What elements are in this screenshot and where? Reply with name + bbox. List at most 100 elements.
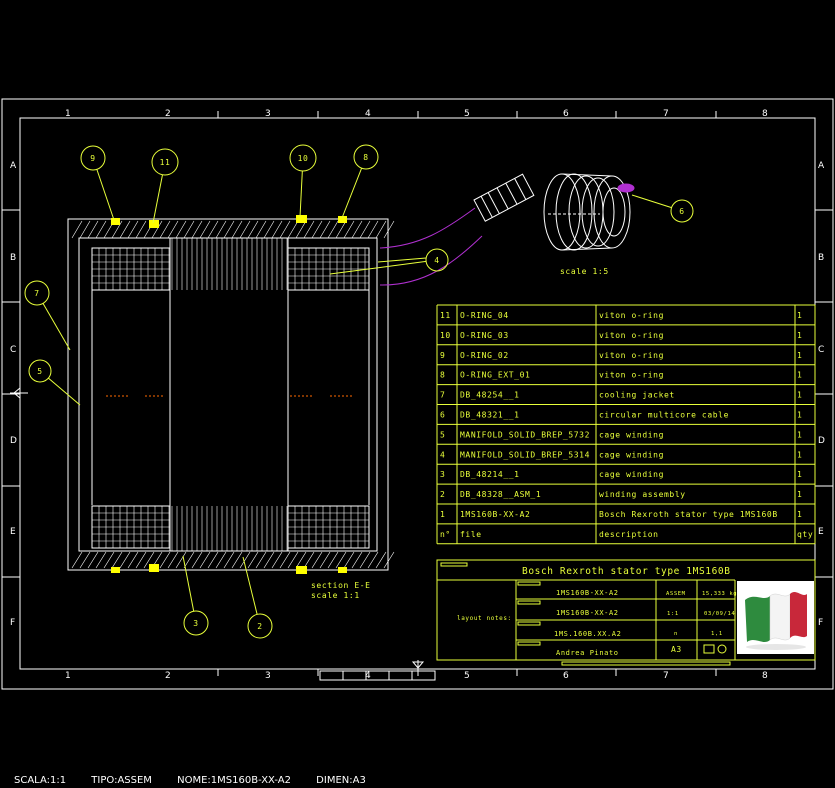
balloon-6: 6	[631, 194, 694, 223]
drawing-name-2: 1MS160B-XX-A2	[556, 609, 619, 617]
bom-cell-description: viton o-ring	[599, 311, 664, 320]
bom-cell-number: 5	[440, 430, 445, 439]
col-label-bottom: 2	[165, 671, 171, 681]
sheet-inner-border	[19, 117, 816, 670]
bom-cell-qty: 1	[797, 371, 802, 380]
balloon-label: 7	[34, 289, 39, 298]
bom-cell-description: Bosch Rexroth stator type 1MS160B	[599, 510, 778, 519]
col-label-bottom: 3	[265, 671, 271, 681]
bom-cell-file: DB_48214__1	[460, 470, 520, 479]
o-ring-10-top	[296, 215, 307, 223]
bom-cell-file: O-RING_02	[460, 351, 509, 360]
bom-cell-file: MANIFOLD_SOLID_BREP_5732	[460, 430, 590, 439]
row-label-left: B	[10, 253, 16, 263]
winding-head-grid	[91, 247, 370, 549]
iso-scale-label: scale 1:5	[560, 267, 609, 276]
row-label-right: C	[818, 345, 824, 355]
bom-cell-description: winding assembly	[599, 490, 686, 499]
section-view	[67, 207, 483, 574]
bom-cell-qty: 1	[797, 391, 802, 400]
col-label-bottom: 5	[464, 671, 470, 681]
bom-cell-number: 2	[440, 490, 445, 499]
format-value: A3	[671, 645, 682, 654]
bom-cell-file: O-RING_03	[460, 331, 509, 340]
bom-cell-qty: 1	[797, 430, 802, 439]
bom-cell-number: 6	[440, 411, 445, 420]
bom-row: 9 O-RING_02 viton o-ring 1	[440, 351, 802, 360]
balloon-label: 2	[257, 622, 262, 631]
col-label-bottom: 7	[663, 671, 669, 681]
center-mark-bottom	[411, 660, 425, 675]
bom-cell-file: O-RING_EXT_01	[460, 371, 530, 380]
col-label-top: 5	[464, 109, 470, 119]
bom-cell-file: 1MS160B-XX-A2	[460, 510, 530, 519]
status-name: NOME:1MS160B-XX-A2	[177, 775, 291, 786]
status-type: TIPO:ASSEM	[91, 775, 152, 786]
bom-cell-description: cage winding	[599, 430, 664, 439]
bom-cell-description: cage winding	[599, 470, 664, 479]
status-bar: SCALA:1:1 TIPO:ASSEM NOME:1MS160B-XX-A2 …	[14, 775, 388, 786]
bom-cell-file: DB_48328__ASM_1	[460, 490, 541, 499]
bom-row: 8 O-RING_EXT_01 viton o-ring 1	[440, 371, 802, 380]
balloon-label: 11	[160, 158, 171, 167]
drawing-name-1: 1MS160B-XX-A2	[556, 589, 619, 597]
bom-cell-description: circular multicore cable	[599, 411, 729, 420]
col-label-top: 8	[762, 109, 768, 119]
bom-cell-qty: 1	[797, 351, 802, 360]
isometric-view	[473, 173, 635, 251]
drawing-canvas[interactable]: 1122334455667788A AB BC CD DE EF F 9 11 …	[0, 0, 835, 788]
drawing-name-3: 1MS.160B.XX.A2	[554, 630, 621, 638]
col-label-top: 7	[663, 109, 669, 119]
bom-cell-description: cage winding	[599, 450, 664, 459]
bom-cell-number: 7	[440, 391, 445, 400]
bom-row: 11 O-RING_04 viton o-ring 1	[440, 311, 802, 320]
balloon-label: 9	[90, 154, 95, 163]
italian-flag-logo	[737, 581, 814, 654]
row-label-left: D	[10, 436, 17, 446]
bom-cell-qty: 1	[797, 510, 802, 519]
bom-row: 4 MANIFOLD_SOLID_BREP_5314 cage winding 1	[440, 450, 802, 459]
bom-cell-file: file	[460, 530, 482, 539]
bom-cell-number: 11	[440, 311, 451, 320]
balloon-5: 5	[28, 359, 81, 406]
row-label-left: F	[10, 618, 15, 628]
bom-row: 6 DB_48321__1 circular multicore cable 1	[440, 411, 802, 420]
row-label-right: A	[818, 161, 825, 171]
col-label-top: 2	[165, 109, 171, 119]
balloon-2: 2	[242, 556, 273, 639]
author-name: Andrea Pinato	[556, 649, 619, 657]
bom-cell-number: n°	[440, 530, 451, 539]
balloon-7: 7	[24, 280, 71, 351]
row-label-left: E	[10, 527, 16, 537]
sheet-a-value: n	[674, 631, 678, 637]
cooling-jacket-outline	[67, 218, 389, 571]
bom-cell-qty: 1	[797, 450, 802, 459]
jacket-hatch	[71, 220, 395, 569]
bom-cell-qty: 1	[797, 411, 802, 420]
balloon-label: 3	[193, 619, 198, 628]
mass-value: 15,333 kg	[702, 591, 737, 597]
col-label-top: 6	[563, 109, 569, 119]
center-mark-left	[10, 386, 28, 400]
bom-cell-description: viton o-ring	[599, 371, 664, 380]
drawing-title: Bosch Rexroth stator type 1MS160B	[522, 566, 731, 577]
bom-cell-number: 1	[440, 510, 445, 519]
row-label-right: E	[818, 527, 824, 537]
balloon-label: 4	[434, 256, 439, 265]
lamination-stack	[171, 238, 288, 551]
bom-cell-file: DB_48321__1	[460, 411, 520, 420]
bom-cell-qty: 1	[797, 311, 802, 320]
balloon-11: 11	[151, 148, 179, 224]
balloon-label: 10	[298, 154, 309, 163]
bom-cell-qty: qty	[797, 530, 813, 539]
balloon-label: 8	[363, 153, 368, 162]
balloon-3: 3	[182, 555, 209, 636]
sheet-b-value: 1,1	[711, 631, 723, 637]
col-label-top: 1	[65, 109, 71, 119]
layout-notes-label: layout notes:	[457, 615, 512, 622]
balloon-10: 10	[289, 144, 317, 218]
scale-value: 1:1	[667, 611, 679, 617]
bom-row: 1 1MS160B-XX-A2 Bosch Rexroth stator type …	[440, 510, 802, 519]
bom-header-row: n° file description qty	[440, 530, 813, 539]
balloon-label: 6	[679, 207, 684, 216]
